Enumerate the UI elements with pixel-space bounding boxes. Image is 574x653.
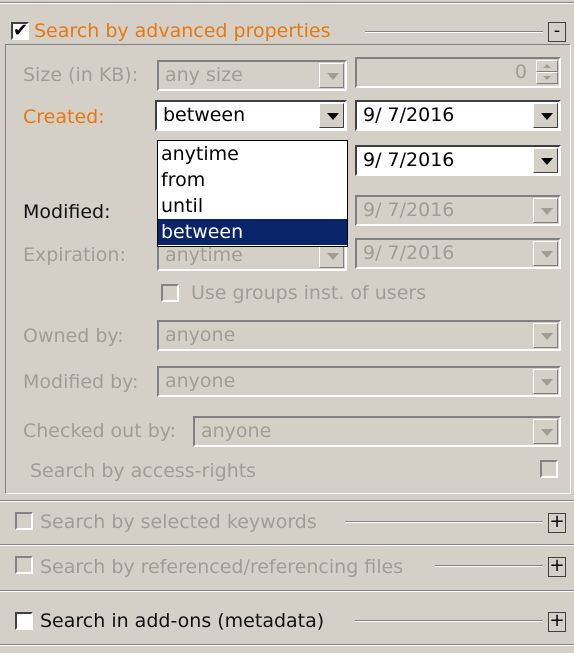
- owned-by-value: anyone: [165, 324, 236, 346]
- dropdown-option-between[interactable]: between: [158, 219, 347, 245]
- modified-by-label: Modified by:: [23, 371, 139, 393]
- owned-by-select[interactable]: anyone: [157, 320, 561, 351]
- size-dropdown-button[interactable]: [319, 63, 344, 88]
- created-to-date[interactable]: 9/ 7/2016: [355, 145, 561, 176]
- access-rights-label: Search by access-rights: [30, 460, 257, 482]
- checked-out-by-value: anyone: [201, 420, 272, 442]
- keywords-checkbox[interactable]: [15, 512, 33, 530]
- section-divider: [0, 590, 574, 592]
- access-rights-checkbox[interactable]: [540, 460, 558, 478]
- referenced-checkbox[interactable]: [15, 556, 33, 574]
- chevron-down-icon: [541, 429, 553, 436]
- modified-by-value: anyone: [165, 370, 236, 392]
- top-divider: [0, 2, 574, 4]
- addons-checkbox[interactable]: [15, 612, 33, 630]
- dropdown-option-anytime[interactable]: anytime: [158, 141, 347, 167]
- advanced-properties-checkbox[interactable]: ✔: [11, 20, 29, 41]
- bottom-divider: [0, 644, 574, 646]
- chevron-down-icon: [541, 379, 553, 386]
- use-groups-label: Use groups inst. of users: [191, 282, 427, 304]
- checkmark-icon: ✔: [13, 20, 29, 41]
- collapse-button[interactable]: -: [548, 22, 566, 42]
- spin-down-icon[interactable]: [536, 72, 558, 84]
- created-to-calendar-button[interactable]: [533, 148, 558, 173]
- chevron-down-icon: [541, 113, 553, 120]
- advanced-properties-title: Search by advanced properties: [34, 20, 331, 42]
- keywords-expand-button[interactable]: +: [548, 513, 566, 533]
- dropdown-option-until[interactable]: until: [158, 193, 347, 219]
- modified-label: Modified:: [23, 201, 111, 223]
- referenced-rule: [435, 565, 543, 567]
- size-label: Size (in KB):: [23, 64, 139, 86]
- keywords-section-title: Search by selected keywords: [40, 511, 317, 533]
- dropdown-option-from[interactable]: from: [158, 167, 347, 193]
- created-label: Created:: [23, 106, 105, 128]
- section-divider: [0, 544, 574, 546]
- created-mode-dropdown-list[interactable]: anytime from until between: [157, 140, 348, 247]
- created-from-value: 9/ 7/2016: [363, 104, 455, 126]
- created-to-value: 9/ 7/2016: [363, 149, 455, 171]
- modified-date-value: 9/ 7/2016: [363, 199, 455, 221]
- chevron-down-icon: [327, 113, 339, 120]
- expiration-calendar-button[interactable]: [533, 241, 558, 266]
- size-number-input[interactable]: 0: [355, 57, 561, 88]
- created-from-date[interactable]: 9/ 7/2016: [355, 100, 561, 131]
- modified-date[interactable]: 9/ 7/2016: [355, 195, 561, 226]
- checked-out-by-dropdown-button[interactable]: [533, 419, 558, 444]
- chevron-down-icon: [541, 251, 553, 258]
- modified-by-dropdown-button[interactable]: [533, 369, 558, 394]
- chevron-down-icon: [541, 158, 553, 165]
- expiration-label: Expiration:: [23, 244, 126, 266]
- chevron-down-icon: [327, 73, 339, 80]
- chevron-down-icon: [541, 208, 553, 215]
- section-divider: [0, 500, 574, 502]
- addons-rule: [355, 620, 543, 622]
- expiration-date[interactable]: 9/ 7/2016: [355, 238, 561, 269]
- created-mode-dropdown-button[interactable]: [319, 103, 344, 128]
- chevron-down-icon: [327, 253, 339, 260]
- addons-expand-button[interactable]: +: [548, 612, 566, 632]
- owned-by-label: Owned by:: [23, 325, 124, 347]
- size-select[interactable]: any size: [157, 60, 347, 91]
- size-number-value: 0: [514, 61, 527, 83]
- addons-section-title: Search in add-ons (metadata): [40, 610, 325, 632]
- owned-by-dropdown-button[interactable]: [533, 323, 558, 348]
- modified-by-select[interactable]: anyone: [157, 366, 561, 397]
- referenced-expand-button[interactable]: +: [548, 557, 566, 577]
- expiration-date-value: 9/ 7/2016: [363, 242, 455, 264]
- referenced-section-title: Search by referenced/referencing files: [40, 556, 404, 578]
- modified-calendar-button[interactable]: [533, 198, 558, 223]
- spin-up-icon[interactable]: [536, 60, 558, 72]
- created-mode-value: between: [163, 104, 246, 126]
- size-select-value: any size: [165, 64, 243, 86]
- header-rule: [365, 31, 543, 33]
- size-spinner[interactable]: [536, 60, 558, 85]
- created-from-calendar-button[interactable]: [533, 103, 558, 128]
- use-groups-checkbox[interactable]: [161, 284, 179, 302]
- checked-out-by-select[interactable]: anyone: [193, 416, 561, 447]
- chevron-down-icon: [541, 333, 553, 340]
- keywords-rule: [345, 521, 543, 523]
- checked-out-by-label: Checked out by:: [23, 420, 177, 442]
- created-mode-select[interactable]: between: [155, 100, 347, 131]
